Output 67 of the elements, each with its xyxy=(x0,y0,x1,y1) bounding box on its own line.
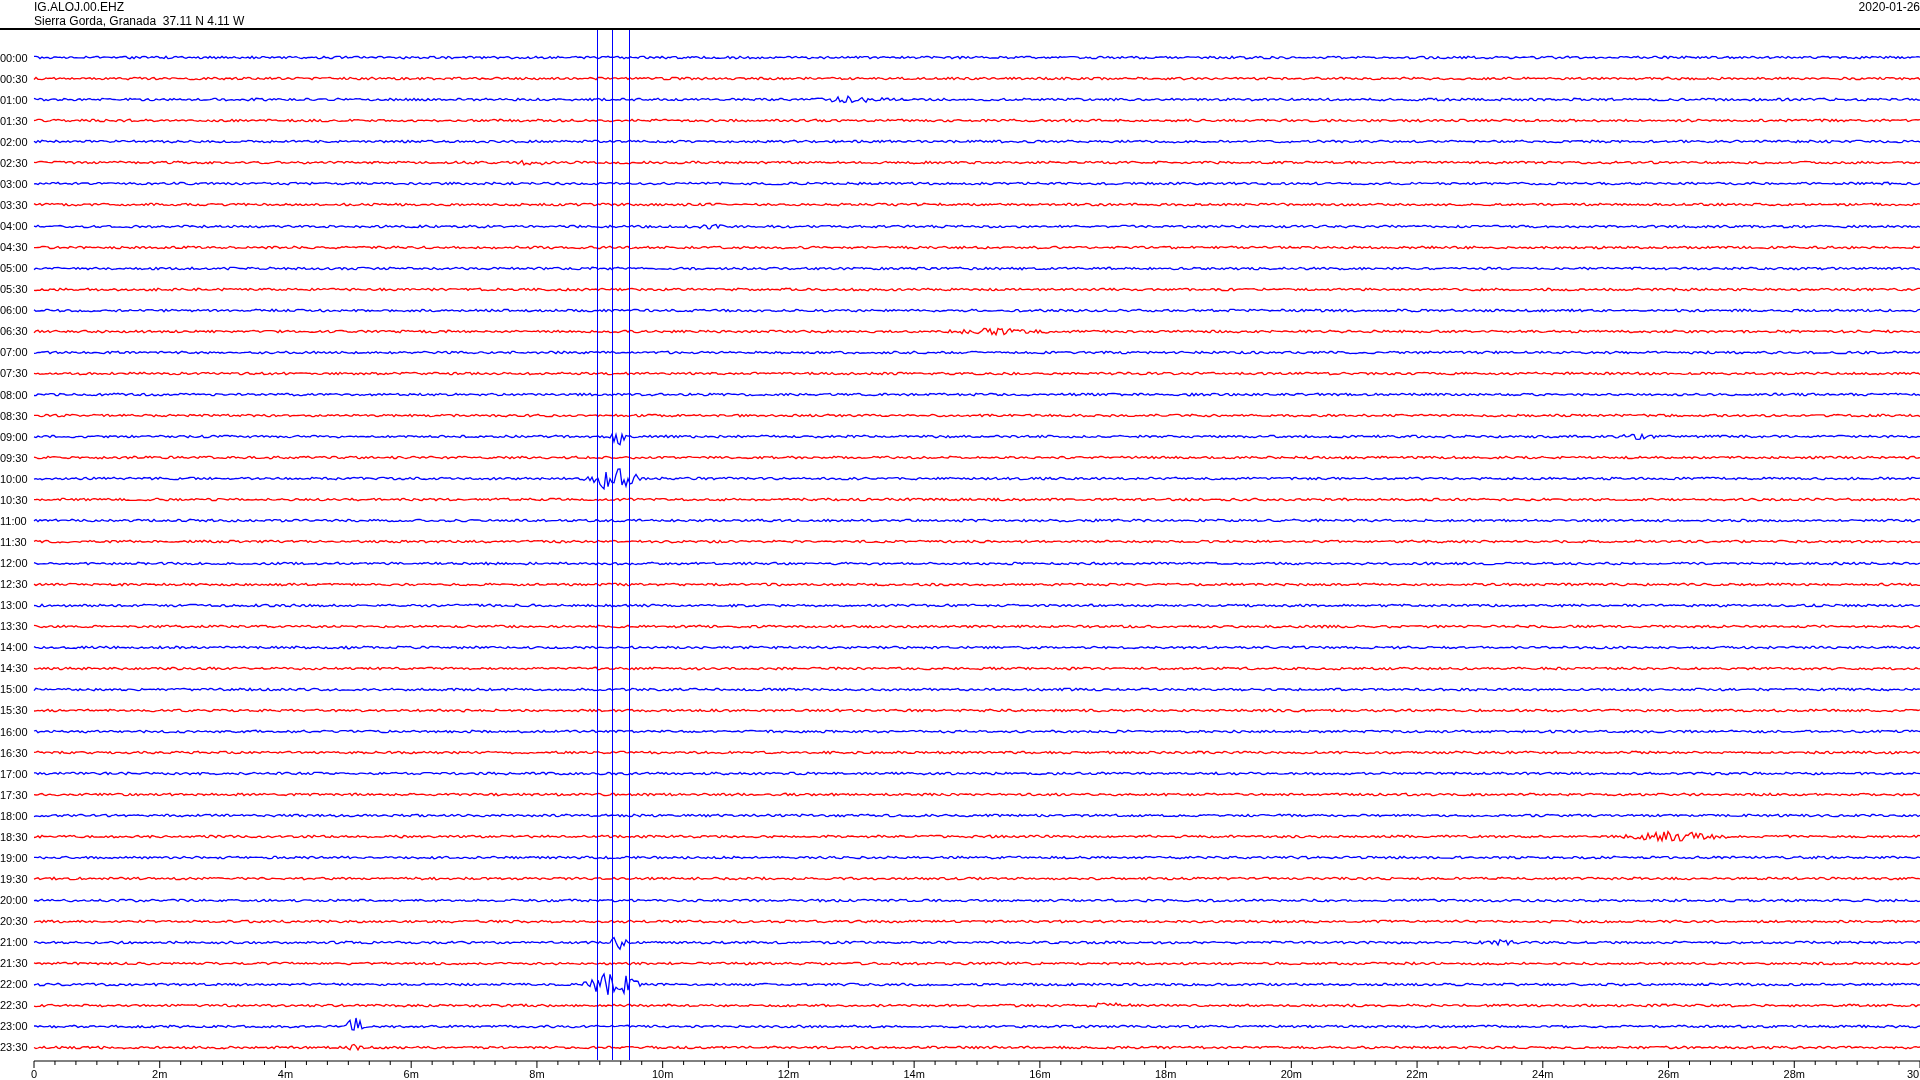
time-label: 23:00 xyxy=(0,1020,29,1033)
axis-tick-label: 20m xyxy=(1280,1068,1303,1080)
time-label: 14:00 xyxy=(0,641,29,654)
time-label: 09:30 xyxy=(0,451,29,464)
time-label: 22:00 xyxy=(0,978,29,991)
axis-tick-label: 16m xyxy=(1029,1068,1051,1080)
time-label: 16:30 xyxy=(0,746,29,759)
time-label: 01:00 xyxy=(0,93,29,106)
time-label: 08:30 xyxy=(0,409,29,422)
time-label: 11:00 xyxy=(0,514,28,527)
time-label: 22:30 xyxy=(0,999,29,1012)
time-label: 12:00 xyxy=(0,557,29,570)
time-label: 09:00 xyxy=(0,430,29,443)
axis-tick-label: 18m xyxy=(1154,1068,1177,1080)
axis-tick-label: 24m xyxy=(1532,1068,1554,1080)
axis-tick-label: 4m xyxy=(277,1068,294,1080)
axis-tick-label: 22m xyxy=(1406,1068,1428,1080)
axis-tick-label: 30 xyxy=(1906,1068,1920,1080)
time-label: 07:00 xyxy=(0,346,29,359)
time-label: 14:30 xyxy=(0,662,29,675)
time-label: 20:00 xyxy=(0,894,29,907)
time-label: 01:30 xyxy=(0,114,29,127)
time-label: 02:00 xyxy=(0,135,29,148)
time-label: 04:00 xyxy=(0,220,29,233)
axis-tick-label: 14m xyxy=(903,1068,925,1080)
time-label: 17:00 xyxy=(0,767,29,780)
time-label: 03:30 xyxy=(0,198,29,211)
time-label: 21:30 xyxy=(0,957,29,970)
axis-tick-label: 28m xyxy=(1783,1068,1805,1080)
time-label: 00:00 xyxy=(0,51,29,64)
time-label: 07:30 xyxy=(0,367,29,380)
time-label: 13:00 xyxy=(0,599,29,612)
time-label: 12:30 xyxy=(0,578,29,591)
time-label: 06:00 xyxy=(0,304,29,317)
time-label: 04:30 xyxy=(0,241,29,254)
time-label: 00:30 xyxy=(0,72,29,85)
time-label: 13:30 xyxy=(0,620,29,633)
time-label: 15:00 xyxy=(0,683,29,696)
time-label: 16:00 xyxy=(0,725,29,738)
station-code: IG.ALOJ.00.EHZ xyxy=(34,0,126,14)
axis-tick-label: 10m xyxy=(651,1068,674,1080)
axis-tick-label: 6m xyxy=(403,1068,419,1080)
date-label: 2020-01-26 xyxy=(1858,0,1920,16)
time-label: 17:30 xyxy=(0,788,29,801)
time-label: 10:30 xyxy=(0,493,29,506)
time-label: 11:30 xyxy=(0,535,28,548)
time-label: 10:00 xyxy=(0,472,29,485)
time-label: 18:30 xyxy=(0,830,29,843)
axis-tick-label: 0 xyxy=(30,1068,38,1080)
time-label: 19:00 xyxy=(0,851,29,864)
axis-tick-label: 2m xyxy=(152,1068,168,1080)
time-label: 06:30 xyxy=(0,325,29,338)
time-label: 20:30 xyxy=(0,915,29,928)
time-label: 15:30 xyxy=(0,704,29,717)
axis-tick-label: 8m xyxy=(529,1068,545,1080)
station-location: Sierra Gorda, Granada 37.11 N 4.11 W xyxy=(34,14,245,28)
time-label: 08:00 xyxy=(0,388,29,401)
time-label: 02:30 xyxy=(0,156,29,169)
time-label: 21:00 xyxy=(0,936,29,949)
time-label: 03:00 xyxy=(0,177,29,190)
time-label: 05:30 xyxy=(0,283,29,296)
axis-tick-label: 26m xyxy=(1657,1068,1680,1080)
time-label: 18:00 xyxy=(0,809,29,822)
time-label: 19:30 xyxy=(0,872,29,885)
axis-tick-label: 12m xyxy=(777,1068,800,1080)
time-label: 05:00 xyxy=(0,262,29,275)
time-label: 23:30 xyxy=(0,1041,29,1054)
